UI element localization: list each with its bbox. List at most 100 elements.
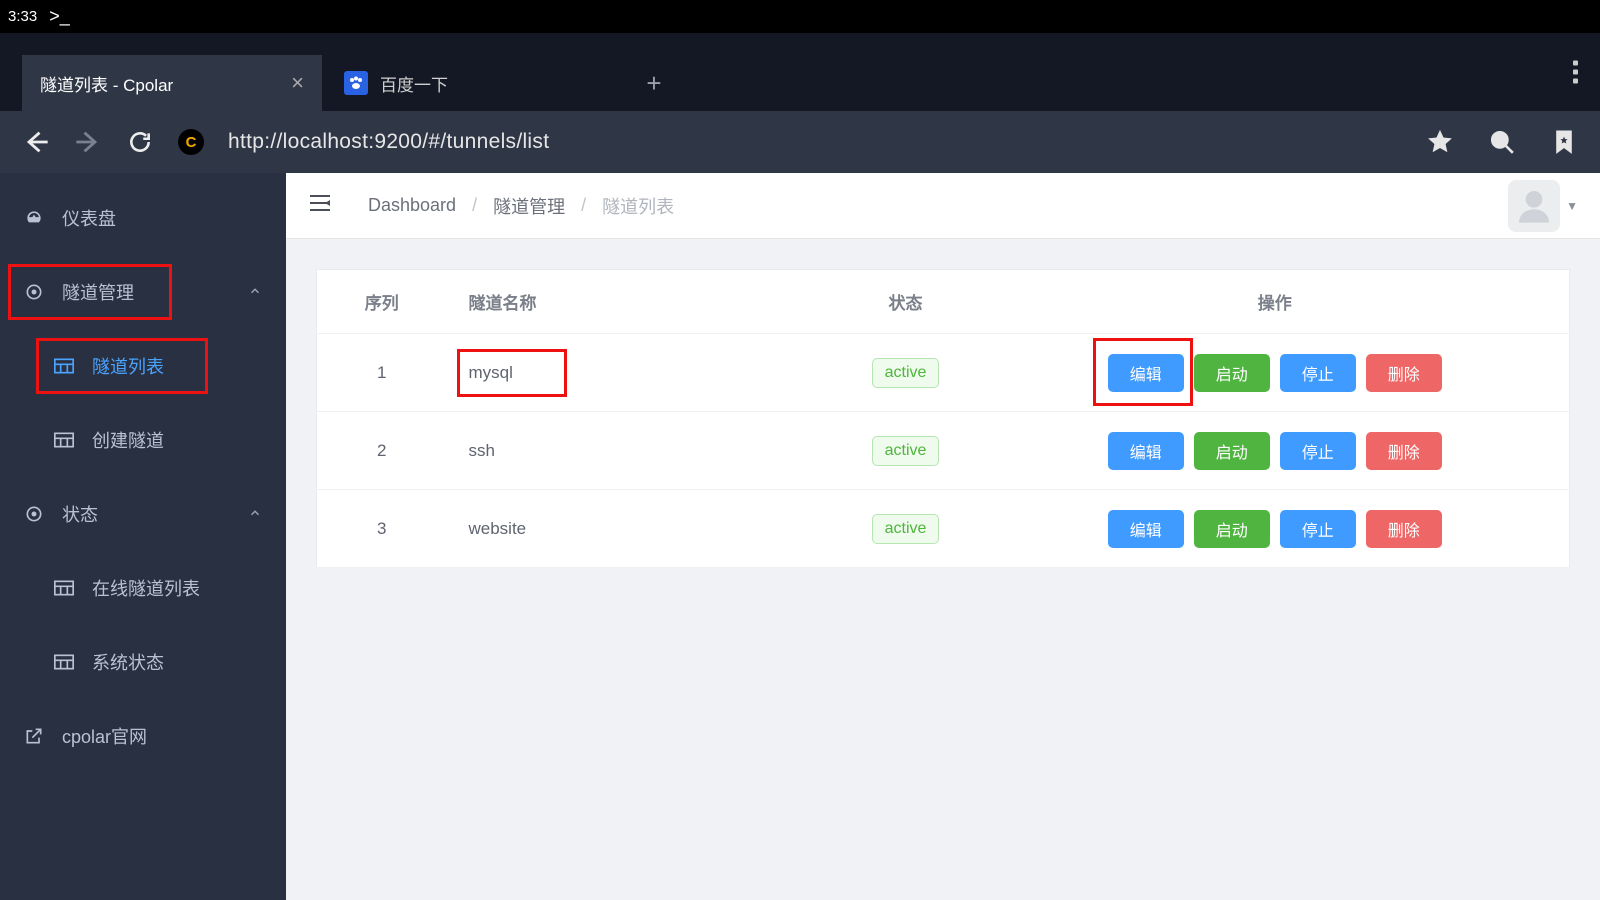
sidebar-label: 状态 (62, 501, 98, 527)
cell-status: active (831, 412, 981, 490)
delete-button[interactable]: 删除 (1366, 510, 1442, 548)
table-icon (54, 432, 74, 448)
status-badge: active (872, 436, 940, 466)
chevron-up-icon (248, 282, 262, 303)
cell-name: website (447, 490, 831, 568)
status-badge: active (872, 358, 940, 388)
table-icon (54, 358, 74, 374)
stop-button[interactable]: 停止 (1280, 432, 1356, 470)
cell-name: mysql (447, 334, 831, 412)
user-menu[interactable]: ▼ (1508, 180, 1578, 232)
browser-tab-inactive[interactable]: 百度一下 (326, 55, 626, 111)
breadcrumb-tunnel-mgmt[interactable]: 隧道管理 (493, 193, 565, 219)
breadcrumb-sep: / (581, 195, 586, 216)
tab-title: 隧道列表 - Cpolar (40, 71, 291, 96)
delete-button[interactable]: 删除 (1366, 354, 1442, 392)
breadcrumb-dashboard[interactable]: Dashboard (368, 195, 456, 216)
sidebar-label: 仪表盘 (62, 205, 116, 231)
main-panel: Dashboard / 隧道管理 / 隧道列表 ▼ 序列 隧道名称 状态 (286, 173, 1600, 900)
close-icon[interactable]: × (291, 70, 304, 96)
dashboard-gauge-icon (24, 208, 44, 228)
browser-tab-active[interactable]: 隧道列表 - Cpolar × (22, 55, 322, 111)
sidebar-label: 隧道管理 (62, 279, 134, 305)
app-root: 仪表盘 隧道管理 隧道列表 创建隧道 状态 (0, 173, 1600, 900)
cell-index: 1 (317, 334, 447, 412)
table-row: 3website active 编辑启动停止删除 (317, 490, 1570, 568)
breadcrumb-current: 隧道列表 (602, 193, 674, 219)
cell-status: active (831, 334, 981, 412)
sidebar-toggle-icon[interactable] (308, 193, 332, 218)
back-icon[interactable] (22, 128, 50, 156)
th-status: 状态 (831, 270, 981, 334)
table-icon (54, 654, 74, 670)
table-row: 2ssh active 编辑启动停止删除 (317, 412, 1570, 490)
sidebar-item-dashboard[interactable]: 仪表盘 (0, 181, 286, 255)
browser-toolbar: C http://localhost:9200/#/tunnels/list (0, 111, 1600, 173)
baidu-favicon-icon (344, 71, 368, 95)
stop-button[interactable]: 停止 (1280, 354, 1356, 392)
sidebar-item-cpolar-site[interactable]: cpolar官网 (0, 699, 286, 773)
url-bar[interactable]: http://localhost:9200/#/tunnels/list (228, 130, 549, 154)
table-row: 1mysql active 编辑启动停止删除 (317, 334, 1570, 412)
annotation-highlight (457, 349, 567, 397)
th-index: 序列 (317, 270, 447, 334)
sidebar-item-system-status[interactable]: 系统状态 (0, 625, 286, 699)
sidebar-label: 创建隧道 (92, 427, 164, 453)
sidebar-item-tunnel-mgmt[interactable]: 隧道管理 (0, 255, 286, 329)
topbar: Dashboard / 隧道管理 / 隧道列表 ▼ (286, 173, 1600, 239)
browser-tab-strip: 隧道列表 - Cpolar × 百度一下 + (0, 33, 1600, 111)
sidebar-label: 隧道列表 (92, 353, 164, 379)
chevron-down-icon: ▼ (1566, 199, 1578, 213)
cell-index: 3 (317, 490, 447, 568)
clock-text: 3:33 (8, 8, 37, 25)
target-icon (24, 504, 44, 524)
bookmark-ribbon-icon[interactable] (1550, 128, 1578, 156)
external-link-icon (24, 726, 44, 746)
tab-title: 百度一下 (380, 71, 608, 96)
breadcrumb: Dashboard / 隧道管理 / 隧道列表 (368, 193, 674, 219)
cell-ops: 编辑启动停止删除 (981, 412, 1570, 490)
browser-menu-icon[interactable] (1573, 61, 1578, 84)
sidebar-label: 系统状态 (92, 649, 164, 675)
cell-ops: 编辑启动停止删除 (981, 334, 1570, 412)
bookmark-star-icon[interactable] (1426, 128, 1454, 156)
terminal-prompt-icon: >_ (49, 6, 70, 27)
tunnel-table: 序列 隧道名称 状态 操作 1mysqlactive编辑启动停止删除2sshac… (316, 269, 1570, 568)
delete-button[interactable]: 删除 (1366, 432, 1442, 470)
breadcrumb-sep: / (472, 195, 477, 216)
edit-button[interactable]: 编辑 (1108, 432, 1184, 470)
site-identity-icon[interactable]: C (178, 129, 204, 155)
start-button[interactable]: 启动 (1194, 354, 1270, 392)
start-button[interactable]: 启动 (1194, 432, 1270, 470)
browser-chrome: 隧道列表 - Cpolar × 百度一下 + C http://localhos… (0, 33, 1600, 173)
sidebar-label: cpolar官网 (62, 723, 147, 749)
sidebar-item-tunnel-list[interactable]: 隧道列表 (0, 329, 286, 403)
table-header-row: 序列 隧道名称 状态 操作 (317, 270, 1570, 334)
cell-name: ssh (447, 412, 831, 490)
android-status-bar: 3:33 >_ (0, 0, 1600, 33)
cell-ops: 编辑启动停止删除 (981, 490, 1570, 568)
avatar-icon (1508, 180, 1560, 232)
sidebar: 仪表盘 隧道管理 隧道列表 创建隧道 状态 (0, 173, 286, 900)
stop-button[interactable]: 停止 (1280, 510, 1356, 548)
reload-icon[interactable] (126, 128, 154, 156)
cell-status: active (831, 490, 981, 568)
start-button[interactable]: 启动 (1194, 510, 1270, 548)
sidebar-item-status[interactable]: 状态 (0, 477, 286, 551)
sidebar-label: 在线隧道列表 (92, 575, 200, 601)
forward-icon[interactable] (74, 128, 102, 156)
cell-index: 2 (317, 412, 447, 490)
table-icon (54, 580, 74, 596)
edit-button[interactable]: 编辑 (1108, 354, 1184, 392)
chevron-up-icon (248, 504, 262, 525)
sidebar-item-online-tunnels[interactable]: 在线隧道列表 (0, 551, 286, 625)
search-icon[interactable] (1488, 128, 1516, 156)
th-ops: 操作 (981, 270, 1570, 334)
new-tab-button[interactable]: + (626, 55, 682, 111)
content-area: 序列 隧道名称 状态 操作 1mysqlactive编辑启动停止删除2sshac… (286, 239, 1600, 598)
th-name: 隧道名称 (447, 270, 831, 334)
sidebar-item-create-tunnel[interactable]: 创建隧道 (0, 403, 286, 477)
target-icon (24, 282, 44, 302)
status-badge: active (872, 514, 940, 544)
edit-button[interactable]: 编辑 (1108, 510, 1184, 548)
